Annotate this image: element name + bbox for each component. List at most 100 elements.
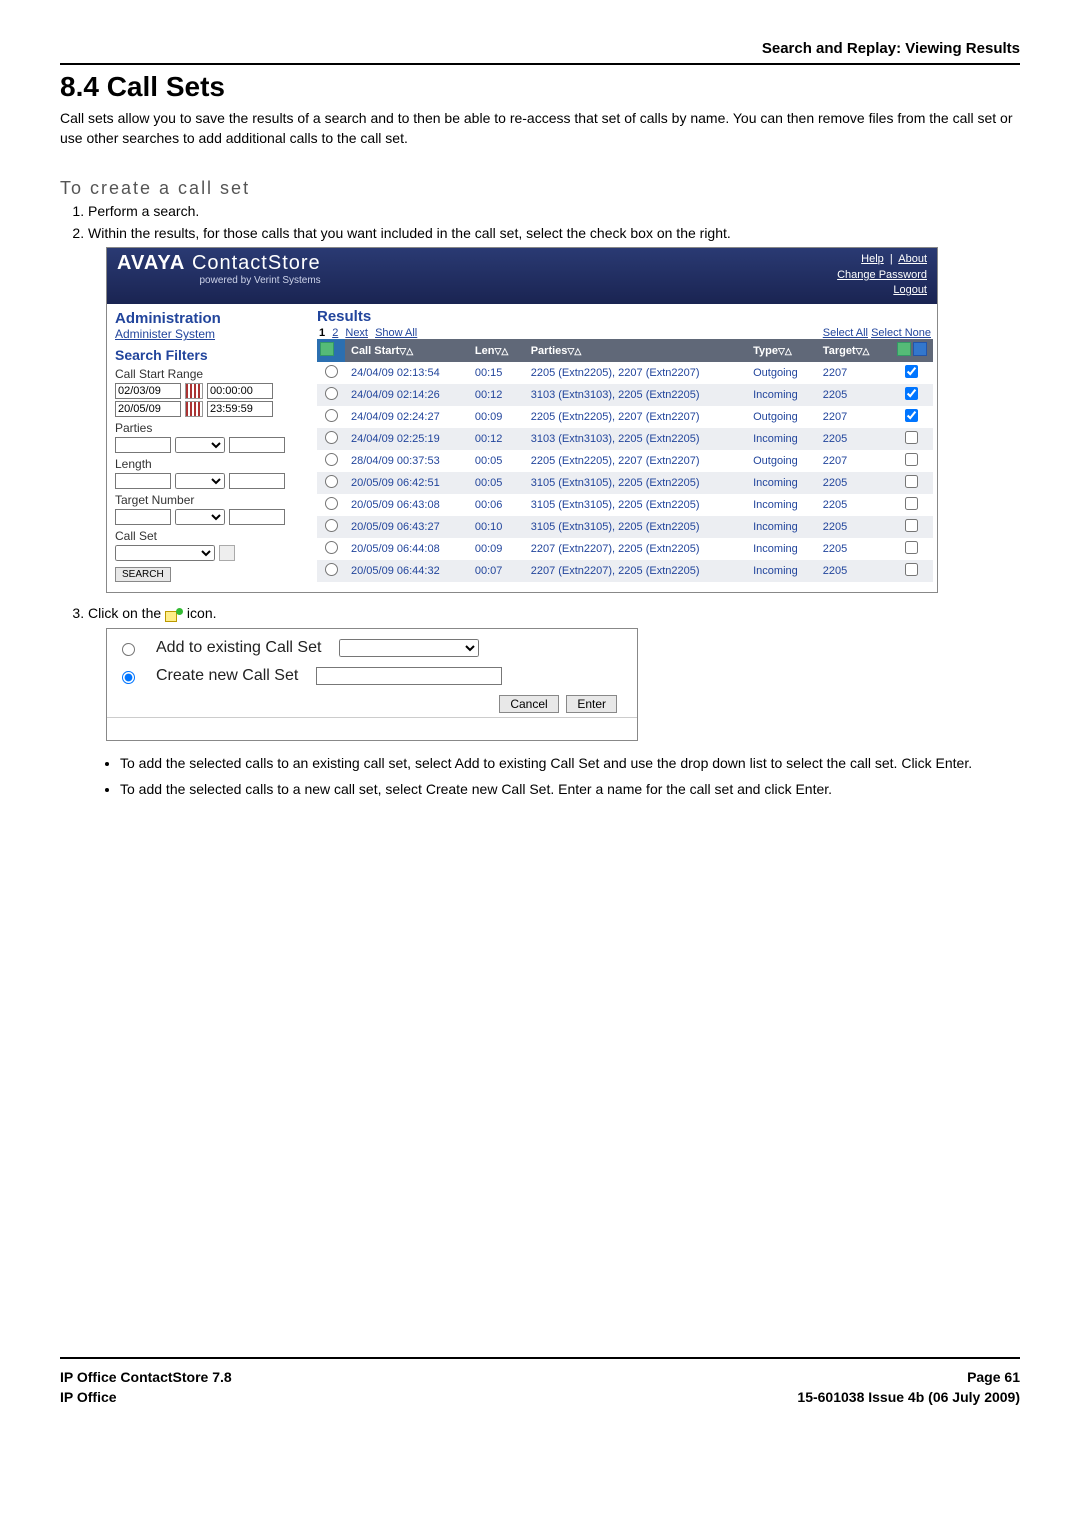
select-all-link[interactable]: Select All [823,327,868,339]
row-checkbox[interactable] [905,409,918,422]
cell-type: Incoming [747,472,817,494]
row-radio[interactable] [325,475,338,488]
row-radio[interactable] [325,365,338,378]
time-to-input[interactable] [207,401,273,417]
pager-right: Select All Select None [823,327,931,339]
create-new-label: Create new Call Set [156,667,298,685]
col-play-icon[interactable] [317,339,345,362]
call-start-range-label: Call Start Range [115,367,305,381]
cell-start: 24/04/09 02:24:27 [345,406,469,428]
table-row[interactable]: 28/04/09 00:37:5300:052205 (Extn2205), 2… [317,450,933,472]
call-set-select[interactable] [115,545,215,561]
target-value-input[interactable] [229,509,285,525]
col-call-start[interactable]: Call Start▽△ [345,339,469,362]
row-checkbox[interactable] [905,475,918,488]
cell-start: 24/04/09 02:14:26 [345,384,469,406]
logout-link[interactable]: Logout [893,284,927,296]
change-password-link[interactable]: Change Password [837,269,927,281]
table-row[interactable]: 20/05/09 06:44:3200:072207 (Extn2207), 2… [317,560,933,582]
export-icon[interactable] [913,342,927,356]
cell-parties: 3105 (Extn3105), 2205 (Extn2205) [525,494,747,516]
table-row[interactable]: 24/04/09 02:14:2600:123103 (Extn3103), 2… [317,384,933,406]
table-row[interactable]: 20/05/09 06:42:5100:053105 (Extn3105), 2… [317,472,933,494]
row-radio[interactable] [325,541,338,554]
add-existing-radio[interactable] [122,643,135,656]
parties-input[interactable] [115,437,171,453]
cell-len: 00:10 [469,516,525,538]
row-radio[interactable] [325,453,338,466]
row-checkbox[interactable] [905,563,918,576]
length-value-input[interactable] [229,473,285,489]
table-row[interactable]: 20/05/09 06:43:0800:063105 (Extn3105), 2… [317,494,933,516]
page-1[interactable]: 1 [319,327,325,339]
app-screenshot: AVAYA ContactStore powered by Verint Sys… [106,247,938,593]
cell-start: 20/05/09 06:44:32 [345,560,469,582]
cell-type: Incoming [747,516,817,538]
row-checkbox[interactable] [905,387,918,400]
row-radio[interactable] [325,563,338,576]
table-row[interactable]: 20/05/09 06:43:2700:103105 (Extn3105), 2… [317,516,933,538]
cell-parties: 2207 (Extn2207), 2205 (Extn2205) [525,538,747,560]
search-button[interactable]: SEARCH [115,567,171,582]
row-radio[interactable] [325,519,338,532]
row-radio[interactable] [325,497,338,510]
page-showall[interactable]: Show All [375,327,417,339]
time-from-input[interactable] [207,383,273,399]
about-link[interactable]: About [898,253,927,265]
row-checkbox[interactable] [905,497,918,510]
row-checkbox[interactable] [905,541,918,554]
cell-parties: 2205 (Extn2205), 2207 (Extn2207) [525,450,747,472]
brand: AVAYA ContactStore [117,252,321,275]
row-checkbox[interactable] [905,519,918,532]
intro-text: Call sets allow you to save the results … [60,109,1020,148]
step-1: Perform a search. [88,203,1020,219]
col-len[interactable]: Len▽△ [469,339,525,362]
cell-type: Incoming [747,384,817,406]
row-checkbox[interactable] [905,431,918,444]
col-target[interactable]: Target▽△ [817,339,889,362]
row-checkbox[interactable] [905,365,918,378]
target-input[interactable] [115,509,171,525]
select-none-link[interactable]: Select None [871,327,931,339]
parties-label: Parties [115,421,305,435]
cell-type: Outgoing [747,362,817,384]
table-row[interactable]: 24/04/09 02:24:2700:092205 (Extn2205), 2… [317,406,933,428]
col-type[interactable]: Type▽△ [747,339,817,362]
existing-callset-select[interactable] [339,639,479,657]
row-radio[interactable] [325,431,338,444]
page-next[interactable]: Next [345,327,368,339]
row-checkbox[interactable] [905,453,918,466]
length-select[interactable] [175,473,225,489]
enter-button[interactable]: Enter [566,695,617,713]
page-2[interactable]: 2 [332,327,338,339]
create-new-radio[interactable] [122,671,135,684]
length-input[interactable] [115,473,171,489]
calendar-icon[interactable] [185,401,203,417]
calendar-icon[interactable] [185,383,203,399]
row-radio[interactable] [325,409,338,422]
cell-len: 00:05 [469,450,525,472]
app-header: AVAYA ContactStore powered by Verint Sys… [107,248,937,304]
row-radio[interactable] [325,387,338,400]
table-row[interactable]: 24/04/09 02:25:1900:123103 (Extn3103), 2… [317,428,933,450]
cell-len: 00:15 [469,362,525,384]
help-link[interactable]: Help [861,253,884,265]
new-callset-name-input[interactable] [316,667,502,685]
target-select[interactable] [175,509,225,525]
cell-type: Incoming [747,538,817,560]
parties-value-input[interactable] [229,437,285,453]
table-row[interactable]: 20/05/09 06:44:0800:092207 (Extn2207), 2… [317,538,933,560]
trash-icon[interactable] [219,545,235,561]
parties-select[interactable] [175,437,225,453]
table-row[interactable]: 24/04/09 02:13:5400:152205 (Extn2205), 2… [317,362,933,384]
footer-left-2: IP Office [60,1389,117,1405]
col-parties[interactable]: Parties▽△ [525,339,747,362]
procedure-heading: To create a call set [60,178,1020,199]
date-from-input[interactable] [115,383,181,399]
results-title: Results [317,308,933,325]
cell-start: 24/04/09 02:25:19 [345,428,469,450]
cancel-button[interactable]: Cancel [499,695,558,713]
administer-system-link[interactable]: Administer System [115,327,305,341]
callset-add-icon[interactable] [897,342,911,356]
date-to-input[interactable] [115,401,181,417]
